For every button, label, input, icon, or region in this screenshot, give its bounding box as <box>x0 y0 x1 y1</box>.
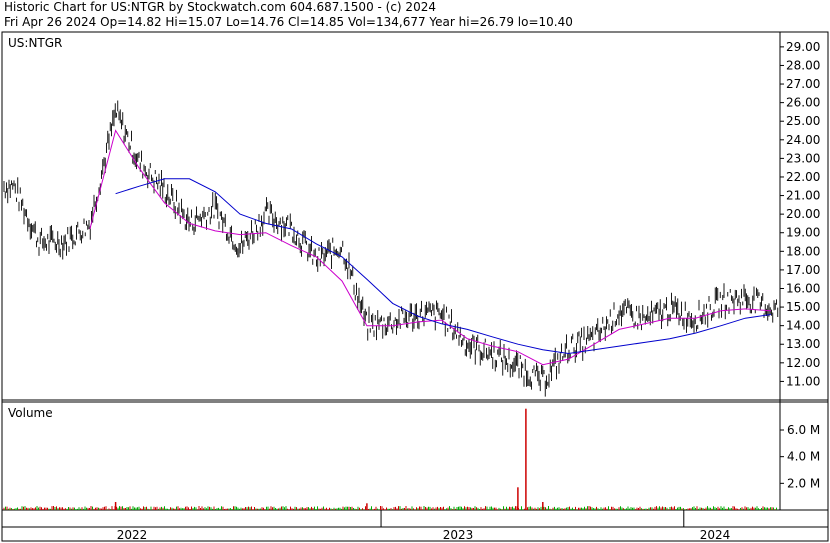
price-tick-label: 21.00 <box>786 189 820 203</box>
volume-tick-label: 6.0 M <box>787 423 820 437</box>
price-tick-label: 28.00 <box>786 58 820 72</box>
price-tick-label: 22.00 <box>786 170 820 184</box>
price-tick-label: 13.00 <box>786 337 820 351</box>
moving-average-long <box>115 178 771 355</box>
volume-tick-label: 2.0 M <box>787 476 820 490</box>
price-tick-label: 25.00 <box>786 114 820 128</box>
price-tick-label: 15.00 <box>786 300 820 314</box>
price-tick-label: 24.00 <box>786 133 820 147</box>
price-tick-label: 14.00 <box>786 319 820 333</box>
volume-tick-label: 4.0 M <box>787 450 820 464</box>
price-tick-label: 16.00 <box>786 281 820 295</box>
year-label-2023: 2023 <box>442 528 474 542</box>
price-tick-label: 19.00 <box>786 226 820 240</box>
moving-average-short <box>89 129 771 366</box>
stock-chart: 11.00 12.00 13.00 14.00 15.00 16.00 17.00 18.00… <box>1 31 829 542</box>
volume-pane-label: Volume <box>8 406 53 420</box>
year-label-2022: 2022 <box>116 528 148 542</box>
price-tick-label: 20.00 <box>786 207 820 221</box>
price-tick-label: 23.00 <box>786 151 820 165</box>
price-tick-label: 18.00 <box>786 244 820 258</box>
price-tick-label: 17.00 <box>786 263 820 277</box>
price-tick-label: 26.00 <box>786 96 820 110</box>
price-tick-label: 11.00 <box>786 374 820 388</box>
price-tick-label: 12.00 <box>786 356 820 370</box>
price-pane-label: US:NTGR <box>8 36 63 50</box>
price-tick-label: 27.00 <box>786 77 820 91</box>
price-tick-label: 29.00 <box>786 40 820 54</box>
chart-border <box>1 31 829 542</box>
year-label-2024: 2024 <box>699 528 731 542</box>
